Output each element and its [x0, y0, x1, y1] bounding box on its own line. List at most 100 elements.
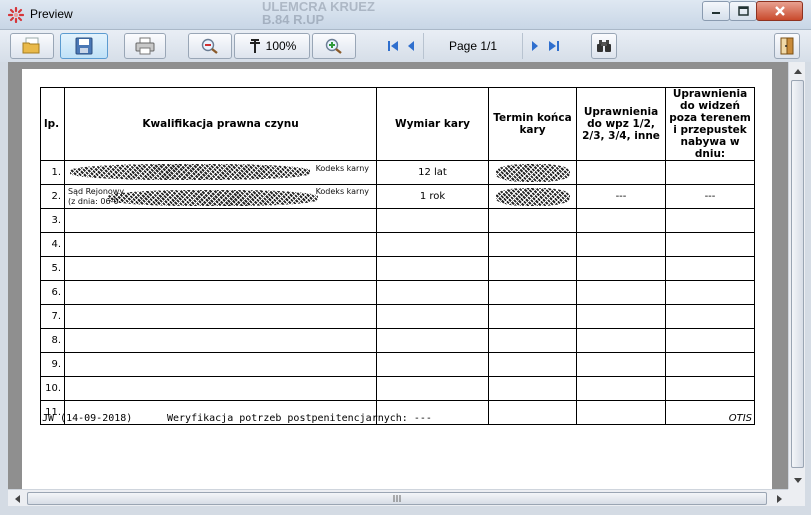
- page-number-label: Page 1/1: [448, 39, 498, 53]
- qualification-date: (z dnia: 06-0: [68, 196, 119, 206]
- zoom-out-icon: [201, 38, 218, 54]
- first-page-button[interactable]: [384, 35, 402, 57]
- find-button[interactable]: [591, 33, 617, 59]
- scrollbar-corner: [788, 489, 805, 506]
- vertical-scroll-thumb[interactable]: [791, 80, 804, 468]
- preview-area[interactable]: lp. Kwalifikacja prawna czynu Wymiar kar…: [8, 62, 788, 489]
- open-button[interactable]: [10, 33, 54, 59]
- preview-app-icon: [8, 7, 24, 23]
- table-row: 2. Sąd Rejonowy (z dnia: 06-0 Kodeks karny 1…: [40, 184, 755, 209]
- header-visit-rights: Uprawnienia do widzeń poza terenem i prz…: [665, 87, 755, 161]
- row-parole-rights: [576, 376, 666, 401]
- last-page-button[interactable]: [545, 35, 563, 57]
- window-title: Preview: [30, 7, 73, 21]
- previous-page-button[interactable]: [402, 35, 420, 57]
- exit-button[interactable]: [774, 33, 800, 59]
- horizontal-scrollbar[interactable]: [8, 489, 788, 506]
- row-visit-rights: [665, 280, 755, 305]
- zoom-level-button[interactable]: 100%: [234, 33, 310, 59]
- background-window-title: ULEMCRA KRUEZ B.84 R.UP: [262, 0, 375, 27]
- table-row: 8.: [40, 328, 755, 353]
- row-parole-rights: [576, 304, 666, 329]
- zoom-crosshair-icon: [249, 39, 260, 53]
- next-page-icon: [532, 41, 538, 51]
- page-indicator: Page 1/1: [423, 33, 523, 59]
- binoculars-icon: [597, 40, 611, 52]
- save-button[interactable]: [60, 33, 108, 59]
- row-end-date: [488, 160, 577, 185]
- last-page-icon: [549, 41, 559, 51]
- header-qualification: Kwalifikacja prawna czynu: [64, 87, 377, 161]
- zoom-out-button[interactable]: [188, 33, 232, 59]
- redacted-date: [496, 187, 570, 206]
- close-button[interactable]: [756, 1, 803, 21]
- open-folder-icon: [22, 37, 40, 54]
- row-end-date: [488, 376, 577, 401]
- previous-page-icon: [408, 41, 414, 51]
- table-header-row: lp. Kwalifikacja prawna czynu Wymiar kar…: [40, 87, 755, 161]
- row-sentence: [376, 376, 489, 401]
- row-visit-rights: [665, 304, 755, 329]
- row-end-date: [488, 352, 577, 377]
- row-parole-rights: [576, 160, 666, 185]
- exit-door-icon: [780, 37, 794, 55]
- table-row: 5.: [40, 256, 755, 281]
- row-sentence: [376, 280, 489, 305]
- row-visit-rights: [665, 256, 755, 281]
- next-page-button[interactable]: [526, 35, 544, 57]
- toolbar: 100% Page 1/1: [0, 30, 811, 62]
- minimize-icon: [712, 12, 720, 14]
- row-end-date: [488, 280, 577, 305]
- row-lp: 3.: [40, 208, 65, 233]
- row-lp: 1.: [40, 160, 65, 185]
- row-sentence: [376, 352, 489, 377]
- scroll-right-arrow-icon[interactable]: [771, 490, 788, 507]
- row-sentence: 1 rok: [376, 184, 489, 209]
- table-row: 6.: [40, 280, 755, 305]
- minimize-button[interactable]: [702, 1, 730, 21]
- row-qualification: [64, 208, 377, 233]
- table-row: 3.: [40, 208, 755, 233]
- row-lp: 8.: [40, 328, 65, 353]
- row-lp: 6.: [40, 280, 65, 305]
- zoom-in-button[interactable]: [312, 33, 356, 59]
- row-parole-rights: ---: [576, 184, 666, 209]
- row-qualification: [64, 328, 377, 353]
- footer-verification: Weryfikacja potrzeb postpenitencjarnych:…: [167, 413, 432, 424]
- scroll-up-arrow-icon[interactable]: [789, 62, 806, 79]
- row-qualification: Kodeks karny: [64, 160, 377, 185]
- report-footer: JW (14-09-2018) Weryfikacja potrzeb post…: [40, 413, 754, 425]
- row-visit-rights: [665, 160, 755, 185]
- row-lp: 10.: [40, 376, 65, 401]
- scroll-left-arrow-icon[interactable]: [8, 490, 25, 507]
- print-button[interactable]: [124, 33, 166, 59]
- row-parole-rights: [576, 256, 666, 281]
- row-qualification: [64, 256, 377, 281]
- row-parole-rights: [576, 208, 666, 233]
- row-end-date: [488, 256, 577, 281]
- row-sentence: [376, 232, 489, 257]
- horizontal-scroll-thumb[interactable]: [27, 492, 767, 505]
- zoom-in-icon: [325, 38, 342, 54]
- scroll-down-arrow-icon[interactable]: [789, 472, 806, 489]
- row-qualification: [64, 232, 377, 257]
- table-row: 1. Kodeks karny 12 lat: [40, 160, 755, 185]
- row-parole-rights: [576, 280, 666, 305]
- maximize-button[interactable]: [729, 1, 757, 21]
- row-lp: 2.: [40, 184, 65, 209]
- row-parole-rights: [576, 328, 666, 353]
- first-page-icon: [388, 41, 398, 51]
- row-sentence: 12 lat: [376, 160, 489, 185]
- row-sentence: [376, 208, 489, 233]
- qualification-code: Kodeks karny: [315, 163, 369, 173]
- vertical-scrollbar[interactable]: [788, 62, 805, 489]
- row-sentence: [376, 304, 489, 329]
- zoom-level-label: 100%: [265, 39, 297, 53]
- qualification-court: Sąd Rejonowy: [68, 186, 125, 196]
- header-end-date: Termin końca kary: [488, 87, 577, 161]
- row-lp: 5.: [40, 256, 65, 281]
- row-qualification: [64, 376, 377, 401]
- row-sentence: [376, 328, 489, 353]
- table-row: 4.: [40, 232, 755, 257]
- row-end-date: [488, 328, 577, 353]
